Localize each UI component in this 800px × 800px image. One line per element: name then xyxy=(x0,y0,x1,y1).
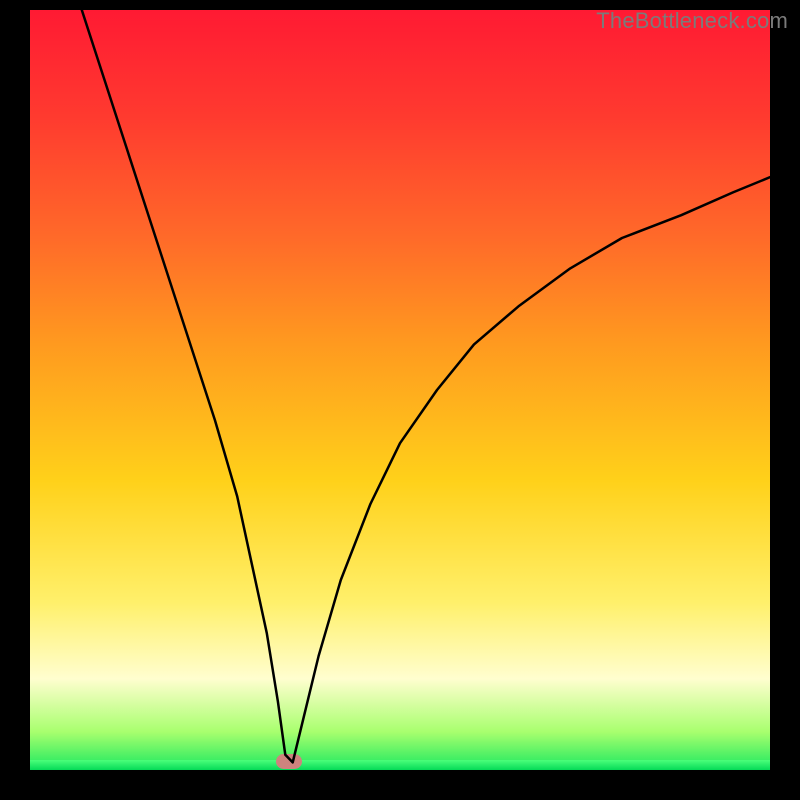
curve-line xyxy=(82,10,770,762)
plot-area xyxy=(30,10,770,770)
chart-stage: TheBottleneck.com xyxy=(0,0,800,800)
watermark-text: TheBottleneck.com xyxy=(596,8,788,34)
bottleneck-curve xyxy=(30,10,770,770)
